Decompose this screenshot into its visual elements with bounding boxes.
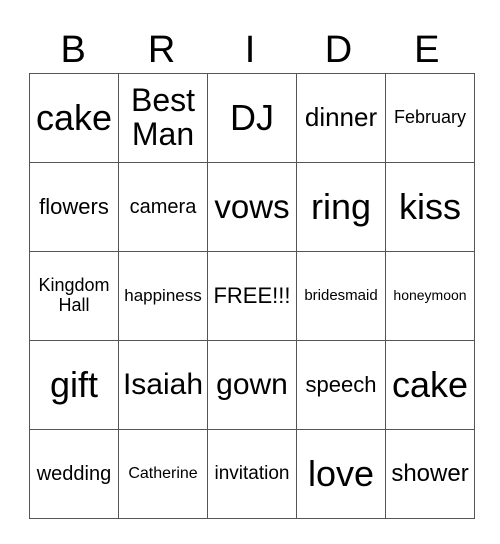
bingo-row: Kingdom Hall happiness FREE!!! bridesmaid ho… bbox=[29, 251, 475, 341]
bingo-cell[interactable]: camera bbox=[118, 162, 208, 252]
bingo-card: cake Best Man DJ dinner February flowers camer… bbox=[29, 73, 475, 519]
bingo-cell[interactable]: gift bbox=[29, 340, 119, 430]
bingo-cell[interactable]: honeymoon bbox=[385, 251, 475, 341]
cell-text: FREE!!! bbox=[213, 283, 291, 309]
bingo-cell[interactable]: wedding bbox=[29, 429, 119, 519]
header-letter-r: R bbox=[147, 29, 176, 71]
bingo-cell[interactable]: happiness bbox=[118, 251, 208, 341]
bingo-row: cake Best Man DJ dinner February bbox=[29, 73, 475, 163]
cell-text: cake bbox=[35, 97, 113, 139]
bingo-cell[interactable]: February bbox=[385, 73, 475, 163]
cell-text: vows bbox=[214, 187, 290, 225]
header-letter-b: B bbox=[60, 29, 86, 71]
cell-text: DJ bbox=[230, 97, 274, 139]
cell-text: gown bbox=[216, 368, 288, 402]
cell-text: bridesmaid bbox=[304, 286, 378, 304]
cell-text: cake bbox=[391, 364, 469, 406]
bingo-cell[interactable]: gown bbox=[207, 340, 297, 430]
bingo-cell[interactable]: invitation bbox=[207, 429, 297, 519]
cell-text: Kingdom Hall bbox=[38, 275, 110, 315]
cell-text: dinner bbox=[304, 102, 378, 133]
cell-text: flowers bbox=[39, 194, 109, 220]
cell-text: Best Man bbox=[130, 82, 196, 152]
bingo-cell[interactable]: ring bbox=[296, 162, 386, 252]
bingo-row: gift Isaiah gown speech cake bbox=[29, 340, 475, 430]
bingo-cell[interactable]: speech bbox=[296, 340, 386, 430]
bingo-cell[interactable]: Best Man bbox=[118, 73, 208, 163]
bingo-cell[interactable]: shower bbox=[385, 429, 475, 519]
free-space-cell[interactable]: FREE!!! bbox=[207, 251, 297, 341]
bingo-cell[interactable]: cake bbox=[29, 73, 119, 163]
header-letter-d: D bbox=[324, 29, 353, 71]
bingo-cell[interactable]: Catherine bbox=[118, 429, 208, 519]
bingo-cell[interactable]: bridesmaid bbox=[296, 251, 386, 341]
bingo-cell[interactable]: cake bbox=[385, 340, 475, 430]
bingo-cell[interactable]: Kingdom Hall bbox=[29, 251, 119, 341]
bingo-cell[interactable]: love bbox=[296, 429, 386, 519]
bingo-row: flowers camera vows ring kiss bbox=[29, 162, 475, 252]
bingo-cell[interactable]: Isaiah bbox=[118, 340, 208, 430]
bingo-cell[interactable]: flowers bbox=[29, 162, 119, 252]
bingo-cell[interactable]: dinner bbox=[296, 73, 386, 163]
cell-text: invitation bbox=[214, 463, 290, 485]
bingo-cell[interactable]: DJ bbox=[207, 73, 297, 163]
header-letter-e: E bbox=[414, 29, 440, 71]
bingo-header: B R I D E bbox=[29, 28, 471, 72]
bingo-cell[interactable]: kiss bbox=[385, 162, 475, 252]
header-letter-i: I bbox=[244, 29, 256, 71]
cell-text: ring bbox=[310, 186, 372, 228]
cell-text: love bbox=[307, 453, 375, 495]
cell-text: Catherine bbox=[128, 464, 198, 482]
bingo-row: wedding Catherine invitation love shower bbox=[29, 429, 475, 519]
cell-text: honeymoon bbox=[393, 286, 467, 303]
cell-text: kiss bbox=[399, 186, 461, 228]
cell-text: Isaiah bbox=[122, 368, 204, 402]
cell-text: February bbox=[393, 107, 467, 128]
bingo-cell[interactable]: vows bbox=[207, 162, 297, 252]
cell-text: wedding bbox=[36, 462, 112, 485]
cell-text: happiness bbox=[124, 285, 202, 305]
cell-text: camera bbox=[129, 195, 197, 218]
cell-text: gift bbox=[49, 364, 99, 406]
cell-text: speech bbox=[305, 372, 377, 398]
cell-text: shower bbox=[391, 460, 469, 488]
